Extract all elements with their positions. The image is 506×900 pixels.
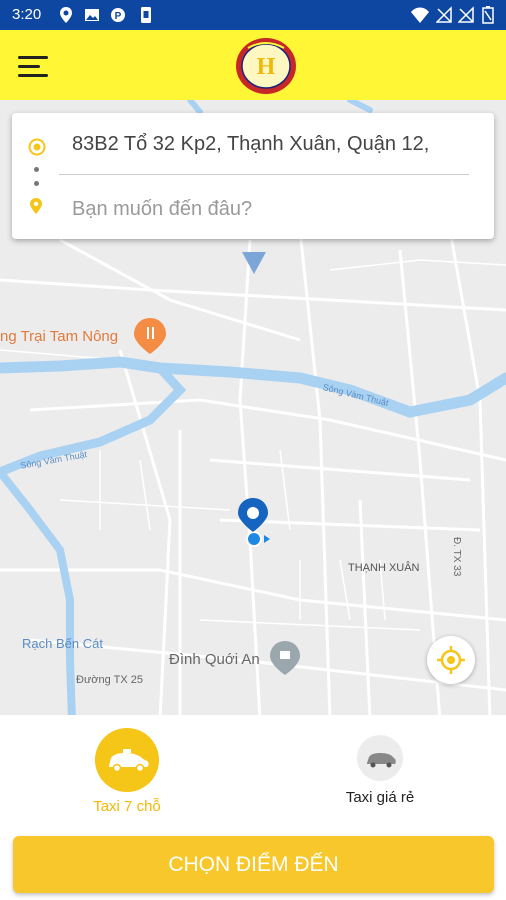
pickup-pin-icon[interactable]: [238, 498, 268, 532]
sim-icon: [141, 7, 151, 23]
restaurant-icon: [134, 318, 166, 354]
my-location-button[interactable]: [427, 636, 475, 684]
svg-text:H: H: [257, 54, 276, 80]
crosshair-icon: [437, 646, 465, 674]
vehicle-option-taxi-cheap[interactable]: Taxi giá rẻ: [330, 735, 430, 806]
origin-dot-icon: [28, 138, 46, 156]
taxi-car-icon: [95, 728, 159, 792]
company-logo: H: [236, 38, 296, 94]
route-connector-dot: [34, 167, 39, 172]
temple-icon: [270, 641, 300, 675]
destination-pin-icon: [30, 198, 42, 214]
vehicle-option-label-2: Taxi giá rẻ: [345, 789, 415, 806]
svg-text:P: P: [115, 11, 122, 22]
map-label-canal: Rạch Bến Cát: [22, 636, 103, 651]
choose-destination-button[interactable]: CHỌN ĐIỂM ĐẾN: [13, 836, 494, 893]
wifi-icon: [411, 7, 429, 23]
destination-input[interactable]: [72, 196, 472, 222]
origin-address[interactable]: 83B2 Tổ 32 Kp2, Thạnh Xuân, Quận 12,: [72, 133, 482, 156]
location-icon: [60, 7, 72, 23]
map-poi-marker: [242, 252, 266, 274]
map-label-farm: ng Trại Tam Nông: [0, 328, 119, 345]
map-label-temple: Đình Quới An: [169, 651, 260, 668]
vehicle-option-taxi-7[interactable]: Taxi 7 chỗ: [78, 728, 176, 815]
map-label-road-bottom: Đường TX 25: [76, 674, 143, 686]
clock: 3:20: [12, 6, 42, 23]
signal-off-icon-2: [458, 6, 474, 23]
vehicle-option-label: Taxi 7 chỗ: [93, 798, 161, 815]
divider: [59, 174, 469, 175]
signal-off-icon: [436, 6, 452, 23]
parking-icon: P: [111, 8, 125, 22]
image-icon: [85, 9, 99, 21]
battery-icon: [482, 6, 494, 24]
current-location-marker: [246, 531, 270, 547]
route-search-card: 83B2 Tổ 32 Kp2, Thạnh Xuân, Quận 12,: [12, 113, 494, 239]
hamburger-menu-icon[interactable]: [18, 54, 50, 78]
map-label-road: Đ. TX 33: [451, 537, 462, 577]
car-icon: [357, 735, 403, 781]
route-connector-dot-2: [34, 181, 39, 186]
status-bar: 3:20 P: [0, 0, 506, 30]
map-label-district: THẠNH XUÂN: [348, 562, 420, 574]
